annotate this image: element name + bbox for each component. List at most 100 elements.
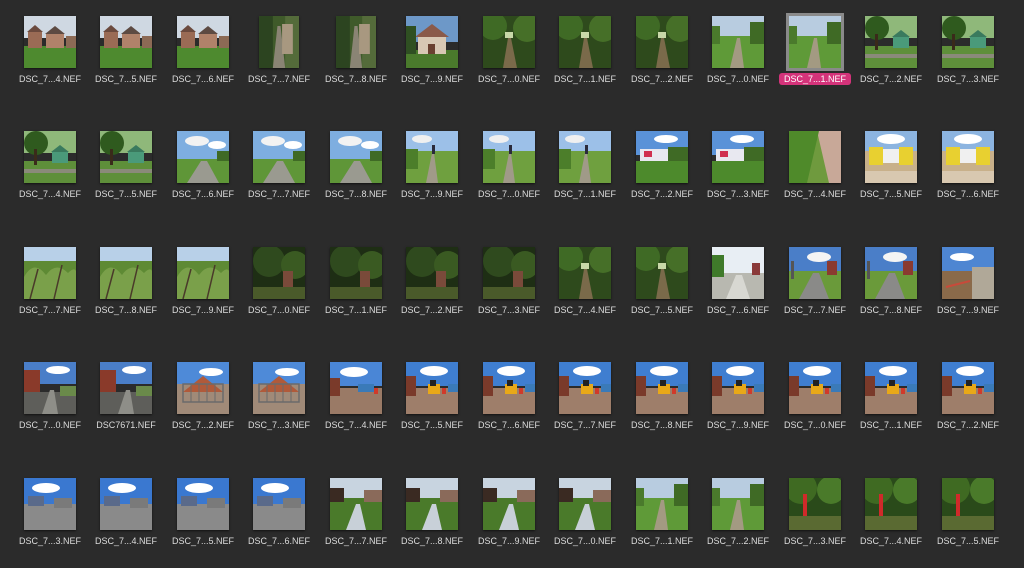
photo-thumbnail[interactable] <box>330 247 382 299</box>
thumbnail-item[interactable]: DSC_7...1.NEF <box>624 478 700 568</box>
photo-thumbnail[interactable] <box>330 362 382 414</box>
filename-label[interactable]: DSC_7...6.NEF <box>471 419 547 432</box>
thumbnail-item[interactable]: DSC_7...4.NEF <box>12 16 88 106</box>
filename-label[interactable]: DSC_7...6.NEF <box>165 73 241 86</box>
thumbnail-item[interactable]: DSC_7...8.NEF <box>853 247 929 337</box>
photo-thumbnail[interactable] <box>100 362 152 414</box>
filename-label[interactable]: DSC_7...8.NEF <box>88 304 164 317</box>
filename-label[interactable]: DSC_7...1.NEF <box>777 73 853 86</box>
photo-thumbnail[interactable] <box>865 247 917 299</box>
thumbnail-item[interactable]: DSC_7...3.NEF <box>12 478 88 568</box>
filename-label[interactable]: DSC_7...9.NEF <box>165 304 241 317</box>
photo-thumbnail[interactable] <box>406 247 458 299</box>
filename-label[interactable]: DSC_7...0.NEF <box>12 419 88 432</box>
photo-thumbnail[interactable] <box>253 131 305 183</box>
thumbnail-item[interactable]: DSC_7...9.NEF <box>471 478 547 568</box>
filename-label[interactable]: DSC_7...9.NEF <box>930 304 1006 317</box>
photo-thumbnail[interactable] <box>483 247 535 299</box>
thumbnail-item[interactable]: DSC_7...0.NEF <box>700 16 776 106</box>
filename-label[interactable]: DSC_7...0.NEF <box>777 419 853 432</box>
thumbnail-item[interactable]: DSC_7...7.NEF <box>12 247 88 337</box>
photo-thumbnail[interactable] <box>253 478 305 530</box>
filename-label[interactable]: DSC_7...1.NEF <box>547 73 623 86</box>
thumbnail-item[interactable]: DSC_7...3.NEF <box>930 16 1006 106</box>
filename-label[interactable]: DSC_7...6.NEF <box>241 535 317 548</box>
thumbnail-item[interactable]: DSC_7...3.NEF <box>471 247 547 337</box>
filename-label[interactable]: DSC_7...4.NEF <box>12 73 88 86</box>
photo-thumbnail[interactable] <box>559 247 611 299</box>
thumbnail-item[interactable]: DSC_7...2.NEF <box>624 131 700 221</box>
photo-thumbnail[interactable] <box>259 16 299 68</box>
photo-thumbnail[interactable] <box>24 478 76 530</box>
photo-thumbnail[interactable] <box>636 16 688 68</box>
thumbnail-item[interactable]: DSC_7...9.NEF <box>930 247 1006 337</box>
filename-label[interactable]: DSC_7...2.NEF <box>624 73 700 86</box>
filename-label[interactable]: DSC_7...4.NEF <box>853 535 929 548</box>
photo-thumbnail[interactable] <box>559 478 611 530</box>
photo-thumbnail[interactable] <box>100 16 152 68</box>
photo-thumbnail[interactable] <box>865 478 917 530</box>
filename-label[interactable]: DSC_7...2.NEF <box>624 188 700 201</box>
filename-label[interactable]: DSC_7...1.NEF <box>853 419 929 432</box>
filename-label[interactable]: DSC_7...1.NEF <box>318 304 394 317</box>
photo-thumbnail[interactable] <box>483 478 535 530</box>
photo-thumbnail[interactable] <box>559 131 611 183</box>
thumbnail-item[interactable]: DSC_7...5.NEF <box>624 247 700 337</box>
thumbnail-item[interactable]: DSC_7...5.NEF <box>88 131 164 221</box>
filename-label[interactable]: DSC_7...5.NEF <box>624 304 700 317</box>
filename-label[interactable]: DSC_7...5.NEF <box>88 73 164 86</box>
thumbnail-item[interactable]: DSC_7...1.NEF <box>853 362 929 452</box>
filename-label[interactable]: DSC_7...5.NEF <box>165 535 241 548</box>
photo-thumbnail[interactable] <box>789 478 841 530</box>
photo-thumbnail[interactable] <box>177 247 229 299</box>
thumbnail-item[interactable]: DSC_7...6.NEF <box>241 478 317 568</box>
filename-label[interactable]: DSC_7...3.NEF <box>12 535 88 548</box>
thumbnail-item[interactable]: DSC_7...0.NEF <box>12 362 88 452</box>
filename-label[interactable]: DSC_7...9.NEF <box>700 419 776 432</box>
filename-label[interactable]: DSC_7...2.NEF <box>930 419 1006 432</box>
thumbnail-item[interactable]: DSC_7...6.NEF <box>471 362 547 452</box>
thumbnail-item[interactable]: DSC_7...2.NEF <box>853 16 929 106</box>
thumbnail-item[interactable]: DSC_7...8.NEF <box>318 131 394 221</box>
photo-thumbnail[interactable] <box>786 13 844 71</box>
filename-label[interactable]: DSC_7...3.NEF <box>930 73 1006 86</box>
thumbnail-item[interactable]: DSC_7...8.NEF <box>88 247 164 337</box>
thumbnail-item[interactable]: DSC_7...3.NEF <box>777 478 853 568</box>
thumbnail-item[interactable]: DSC7671.NEF <box>88 362 164 452</box>
thumbnail-item[interactable]: DSC_7...9.NEF <box>394 131 470 221</box>
photo-thumbnail[interactable] <box>942 16 994 68</box>
filename-label[interactable]: DSC_7...4.NEF <box>547 304 623 317</box>
thumbnail-item[interactable]: DSC_7...4.NEF <box>88 478 164 568</box>
photo-thumbnail[interactable] <box>789 247 841 299</box>
thumbnail-item[interactable]: DSC_7...0.NEF <box>547 478 623 568</box>
thumbnail-item[interactable]: DSC_7...7.NEF <box>241 16 317 106</box>
filename-label[interactable]: DSC_7...8.NEF <box>624 419 700 432</box>
photo-thumbnail[interactable] <box>712 16 764 68</box>
photo-thumbnail[interactable] <box>483 16 535 68</box>
thumbnail-item[interactable]: DSC_7...5.NEF <box>394 362 470 452</box>
filename-label[interactable]: DSC_7...8.NEF <box>318 73 394 86</box>
photo-thumbnail[interactable] <box>865 362 917 414</box>
photo-thumbnail[interactable] <box>636 478 688 530</box>
thumbnail-item[interactable]: DSC_7...4.NEF <box>853 478 929 568</box>
filename-label[interactable]: DSC_7...1.NEF <box>624 535 700 548</box>
filename-label[interactable]: DSC_7...3.NEF <box>700 188 776 201</box>
thumbnail-item[interactable]: DSC_7...7.NEF <box>241 131 317 221</box>
photo-thumbnail[interactable] <box>559 16 611 68</box>
thumbnail-item[interactable]: DSC_7...6.NEF <box>930 131 1006 221</box>
thumbnail-item[interactable]: DSC_7...5.NEF <box>853 131 929 221</box>
thumbnail-item[interactable]: DSC_7...3.NEF <box>700 131 776 221</box>
thumbnail-item[interactable]: DSC_7...4.NEF <box>12 131 88 221</box>
thumbnail-item[interactable]: DSC_7...2.NEF <box>700 478 776 568</box>
filename-label[interactable]: DSC_7...4.NEF <box>318 419 394 432</box>
photo-thumbnail[interactable] <box>253 247 305 299</box>
filename-label[interactable]: DSC_7...5.NEF <box>853 188 929 201</box>
filename-label[interactable]: DSC_7...5.NEF <box>394 419 470 432</box>
filename-label[interactable]: DSC_7...4.NEF <box>88 535 164 548</box>
filename-label[interactable]: DSC_7...7.NEF <box>318 535 394 548</box>
photo-thumbnail[interactable] <box>865 131 917 183</box>
photo-thumbnail[interactable] <box>336 16 376 68</box>
photo-thumbnail[interactable] <box>406 131 458 183</box>
filename-label[interactable]: DSC7671.NEF <box>88 419 164 432</box>
photo-thumbnail[interactable] <box>24 131 76 183</box>
